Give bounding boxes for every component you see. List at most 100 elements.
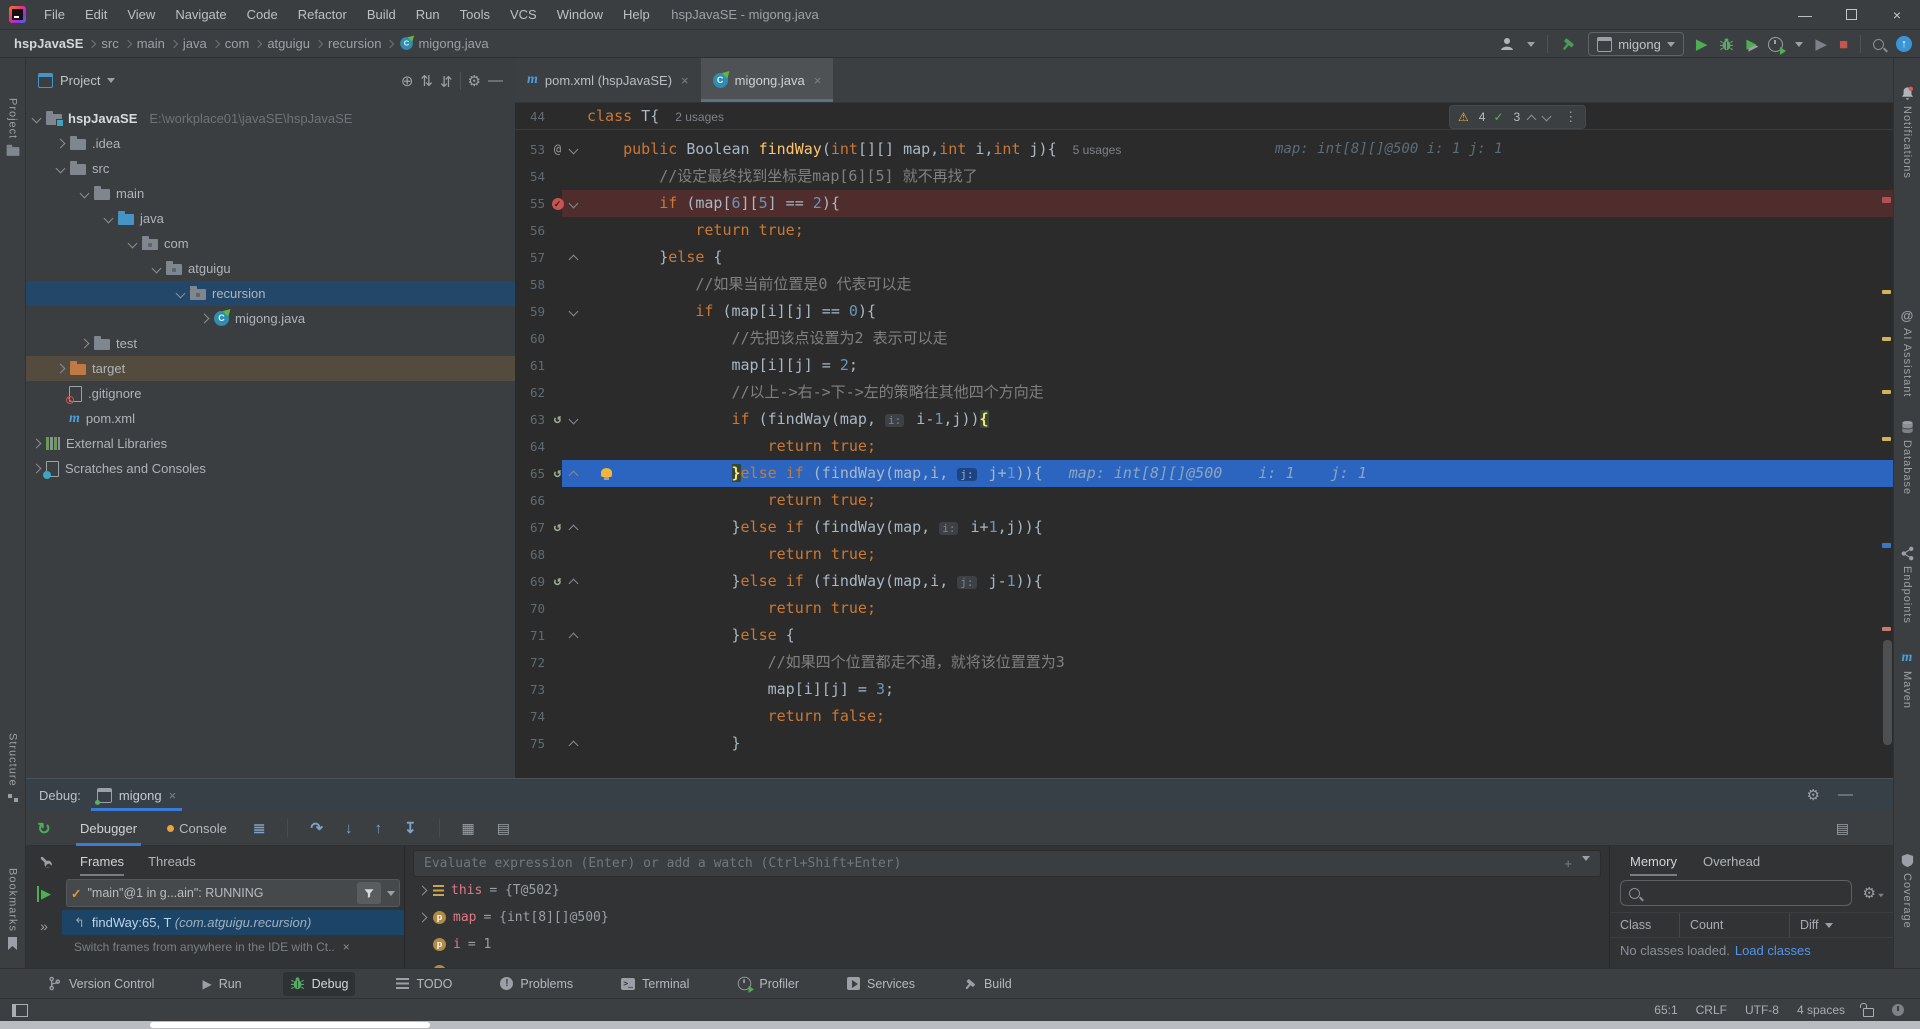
code-text[interactable]: //以上->右->下->左的策略往其他四个方向走 (581, 379, 1893, 406)
code-text[interactable]: //如果四个位置都走不通，就将该位置置为3 (581, 649, 1893, 676)
tree-item--gitignore[interactable]: .gitignore (26, 381, 515, 406)
step-over-icon[interactable]: ↷ (310, 819, 323, 837)
fold-end-icon[interactable] (569, 525, 579, 535)
line-number[interactable]: 70 (515, 595, 549, 622)
update-icon[interactable]: ↑ (1896, 36, 1912, 52)
code-line-74[interactable]: 74 return false; (515, 703, 1893, 730)
code-text[interactable]: class T{2 usages (581, 103, 1893, 130)
fold-cell[interactable] (566, 190, 581, 217)
line-number[interactable]: 73 (515, 676, 549, 703)
tree-item-pom-xml[interactable]: mpom.xml (26, 406, 515, 431)
toolbar-item-terminal[interactable]: >_Terminal (614, 972, 696, 996)
fold-cell[interactable] (566, 217, 581, 244)
fold-end-icon[interactable] (569, 255, 579, 265)
tree-item-src[interactable]: src (26, 156, 515, 181)
fold-cell[interactable] (566, 676, 581, 703)
menu-item-refactor[interactable]: Refactor (288, 7, 357, 22)
toolbar-item-build[interactable]: Build (956, 972, 1019, 996)
fold-cell[interactable] (566, 622, 581, 649)
fold-cell[interactable] (566, 103, 581, 130)
debug-tab-console[interactable]: Console (163, 811, 231, 846)
fold-cell[interactable] (566, 595, 581, 622)
chevron-right-icon[interactable] (418, 886, 428, 896)
code-text[interactable]: return false; (581, 703, 1893, 730)
fold-cell[interactable] (566, 649, 581, 676)
memory-tab-overhead[interactable]: Overhead (1703, 846, 1760, 876)
code-text[interactable]: }else { (581, 244, 1893, 271)
memory-column-class[interactable]: Class (1610, 913, 1680, 937)
toolbar-item-todo[interactable]: TODO (389, 972, 459, 996)
fold-end-icon[interactable] (569, 741, 579, 751)
code-text[interactable]: return true; (581, 487, 1893, 514)
restore-layout-icon[interactable]: ▤ (497, 820, 510, 837)
expand-all-icon[interactable]: ⇅ (420, 72, 433, 90)
tool-tab-project[interactable]: Project (0, 98, 25, 157)
code-line-72[interactable]: 72 //如果四个位置都走不通，就将该位置置为3 (515, 649, 1893, 676)
menu-item-build[interactable]: Build (357, 7, 406, 22)
line-number[interactable]: 66 (515, 487, 549, 514)
gutter-icon-cell[interactable]: @ (549, 136, 566, 163)
code-line-67[interactable]: 67↺ }else if (findWay(map, i: i+1,j)){ (515, 514, 1893, 541)
maximize-button[interactable] (1828, 0, 1874, 29)
tool-tab-endpoints[interactable]: Endpoints (1894, 546, 1920, 624)
settings-wrench-icon[interactable] (37, 855, 52, 870)
chevron-down-icon[interactable] (32, 114, 42, 124)
debug-icon[interactable] (1719, 37, 1734, 52)
fold-end-icon[interactable] (569, 471, 579, 481)
gutter-icon-cell[interactable] (549, 703, 566, 730)
line-number[interactable]: 58 (515, 271, 549, 298)
prev-issue-icon[interactable] (1527, 114, 1537, 124)
chevron-down-icon[interactable] (128, 239, 138, 249)
code-line-55[interactable]: 55 if (map[6][5] == 2){ (515, 190, 1893, 217)
code-text[interactable]: }else if (findWay(map,i, j: j+1)){map: i… (581, 460, 1893, 487)
line-number[interactable]: 67 (515, 514, 549, 541)
code-line-59[interactable]: 59 if (map[i][j] == 0){ (515, 298, 1893, 325)
gutter-icon-cell[interactable] (549, 622, 566, 649)
fold-cell[interactable] (566, 271, 581, 298)
gutter-icon-cell[interactable] (549, 271, 566, 298)
line-number[interactable]: 71 (515, 622, 549, 649)
toolbar-item-version-control[interactable]: Version Control (40, 972, 161, 996)
fold-cell[interactable] (566, 487, 581, 514)
line-number[interactable]: 75 (515, 730, 549, 757)
more-icon[interactable]: » (40, 918, 48, 934)
tree-item-target[interactable]: target (26, 356, 515, 381)
breadcrumb-item[interactable]: migong.java (418, 36, 488, 51)
line-number[interactable]: 72 (515, 649, 549, 676)
debug-tab-debugger[interactable]: Debugger (76, 811, 141, 846)
menu-item-help[interactable]: Help (613, 7, 660, 22)
menu-item-vcs[interactable]: VCS (500, 7, 547, 22)
menu-item-file[interactable]: File (34, 7, 75, 22)
chevron-down-icon[interactable] (80, 189, 90, 199)
tree-item-atguigu[interactable]: atguigu (26, 256, 515, 281)
inspection-gauge-icon[interactable] (1892, 1004, 1904, 1016)
line-number[interactable]: 60 (515, 325, 549, 352)
tool-tab-database[interactable]: Database (1894, 420, 1920, 495)
file-encoding[interactable]: UTF-8 (1745, 1003, 1779, 1017)
toolbar-item-debug[interactable]: Debug (283, 972, 356, 996)
tool-tab-maven[interactable]: mMaven (1894, 650, 1920, 709)
editor-tab-pom-xml[interactable]: mpom.xml (hspJavaSE)× (515, 58, 701, 102)
fold-expanded-icon[interactable] (569, 307, 579, 317)
gutter-icon-cell[interactable] (549, 352, 566, 379)
menu-item-window[interactable]: Window (547, 7, 613, 22)
show-execution-point-icon[interactable]: ≣ (253, 819, 266, 837)
code-text[interactable]: //先把该点设置为2 表示可以走 (581, 325, 1893, 352)
code-line-64[interactable]: 64 return true; (515, 433, 1893, 460)
hide-icon[interactable]: — (488, 72, 503, 89)
gutter-icon-cell[interactable] (549, 379, 566, 406)
breadcrumb-item[interactable]: hspJavaSE (14, 36, 83, 51)
code-line-44[interactable]: 44class T{2 usages⚠4✓3⋮ (515, 103, 1893, 130)
chevron-right-icon[interactable] (56, 364, 66, 374)
code-text[interactable]: } (581, 730, 1893, 757)
chevron-down-icon[interactable] (176, 289, 186, 299)
frames-tab-frames[interactable]: Frames (80, 846, 124, 876)
fold-cell[interactable] (566, 433, 581, 460)
fold-cell[interactable] (566, 244, 581, 271)
editor-options-icon[interactable]: ⋮ (1564, 109, 1577, 125)
fold-expanded-icon[interactable] (569, 145, 579, 155)
line-number[interactable]: 56 (515, 217, 549, 244)
code-line-58[interactable]: 58 //如果当前位置是0 代表可以走 (515, 271, 1893, 298)
line-number[interactable]: 65 (515, 460, 549, 487)
line-number[interactable]: 53 (515, 136, 549, 163)
